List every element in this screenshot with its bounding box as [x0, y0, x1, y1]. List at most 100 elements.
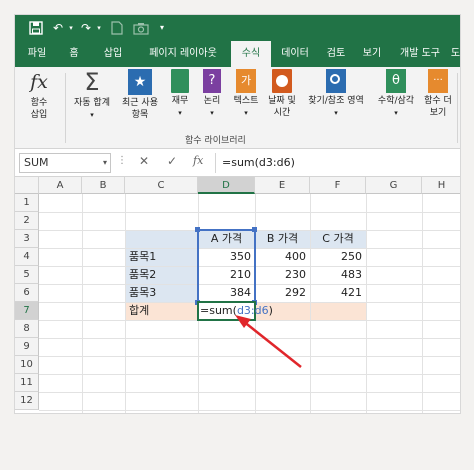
datetime-label-1: 날짜 및 — [268, 96, 296, 106]
math-trig-label: 수학/삼각 — [377, 96, 415, 106]
range-handle[interactable] — [195, 227, 200, 232]
column-header-f[interactable]: F — [310, 177, 366, 194]
theta-book-icon: θ — [386, 69, 406, 93]
column-header-g[interactable]: G — [366, 177, 422, 194]
financial-button[interactable]: 재무 ▾ — [165, 69, 195, 131]
tab-help[interactable]: 도 — [449, 41, 460, 67]
save-icon[interactable] — [29, 20, 43, 36]
function-library-group-label: 함수 라이브러리 — [185, 136, 246, 146]
value-cell[interactable]: 250 — [310, 248, 366, 266]
column-header-c[interactable]: C — [125, 177, 198, 194]
math-trig-dropdown-icon: ▾ — [394, 109, 398, 117]
row-header-6[interactable]: 6 — [15, 284, 39, 302]
column-header-d[interactable]: D — [198, 177, 255, 194]
logical-button[interactable]: ? 논리 ▾ — [197, 69, 227, 131]
fx-icon: fx — [30, 71, 48, 93]
row-header-12[interactable]: 12 — [15, 392, 39, 410]
row-header-5[interactable]: 5 — [15, 266, 39, 284]
value-cell[interactable]: 421 — [310, 284, 366, 302]
row-header-11[interactable]: 11 — [15, 374, 39, 392]
insert-function-icon[interactable]: fx — [193, 154, 203, 167]
text-button[interactable]: 가 텍스트 ▾ — [229, 69, 263, 131]
tab-insert[interactable]: 삽입 — [93, 41, 133, 67]
insert-function-button[interactable]: fx 함수 삽입 — [19, 69, 59, 131]
ribbon-tabs: 파일 홈 삽입 페이지 레이아웃 수식 데이터 검토 보기 개발 도구 도 — [15, 41, 460, 67]
tab-file[interactable]: 파일 — [19, 41, 55, 67]
tab-formulas[interactable]: 수식 — [231, 41, 271, 67]
row-header-2[interactable]: 2 — [15, 212, 39, 230]
lookup-button[interactable]: 찾기/참조 영역 ▾ — [301, 69, 371, 131]
item-label-cell[interactable]: 품목2 — [125, 266, 198, 284]
name-box-dropdown-icon[interactable]: ▾ — [103, 154, 107, 172]
cancel-icon[interactable]: ✕ — [139, 154, 149, 168]
redo-icon[interactable]: ↷ — [79, 20, 93, 36]
autosum-dropdown-icon: ▾ — [90, 111, 94, 119]
column-header-e[interactable]: E — [255, 177, 310, 194]
value-cell[interactable]: 400 — [255, 248, 310, 266]
undo-icon[interactable]: ↶ — [51, 20, 65, 36]
enter-icon[interactable]: ✓ — [167, 154, 177, 168]
recently-used-label-1: 최근 사용 — [122, 98, 158, 108]
text-dropdown-icon: ▾ — [244, 109, 248, 117]
grid-line — [422, 194, 423, 413]
worksheet-grid[interactable]: A B C D E F G H 1 2 3 4 5 6 7 8 9 10 11 … — [15, 177, 460, 413]
tab-view[interactable]: 보기 — [355, 41, 389, 67]
insert-function-label-2: 삽입 — [30, 110, 48, 120]
grid-line — [82, 194, 83, 413]
autosum-button[interactable]: Σ 자동 합계 ▾ — [69, 69, 115, 131]
range-handle[interactable] — [252, 227, 257, 232]
header-cell-b-price[interactable]: B 가격 — [255, 230, 310, 248]
logical-dropdown-icon: ▾ — [210, 109, 214, 117]
more-functions-book-icon: ··· — [428, 69, 448, 93]
grid-line — [366, 194, 367, 413]
header-cell-c-price[interactable]: C 가격 — [310, 230, 366, 248]
select-all-corner[interactable] — [15, 177, 39, 194]
value-cell[interactable]: 483 — [310, 266, 366, 284]
total-label-cell[interactable]: 합계 — [125, 302, 198, 320]
recently-used-button[interactable]: ★ 최근 사용 항목 — [117, 69, 163, 131]
more-functions-button[interactable]: ··· 함수 더 보기 — [419, 69, 457, 131]
tab-home[interactable]: 홈 — [59, 41, 89, 67]
column-header-b[interactable]: B — [82, 177, 125, 194]
ribbon-divider-2 — [457, 73, 458, 143]
row-header-3[interactable]: 3 — [15, 230, 39, 248]
text-book-icon: 가 — [236, 69, 256, 93]
autosum-label: 자동 합계 — [74, 98, 110, 108]
datetime-button[interactable]: 날짜 및 시간 — [265, 69, 299, 131]
grid-line — [39, 392, 460, 393]
item-label-cell[interactable]: 품목1 — [125, 248, 198, 266]
financial-dropdown-icon: ▾ — [178, 109, 182, 117]
column-header-a[interactable]: A — [39, 177, 82, 194]
grid-line — [39, 410, 460, 411]
formula-bar: SUM ▾ ⋮ ✕ ✓ fx =sum(d3:d6) — [15, 149, 460, 177]
undo-dropdown-icon[interactable]: ▾ — [67, 20, 75, 36]
row-header-10[interactable]: 10 — [15, 356, 39, 374]
camera-icon[interactable] — [133, 20, 149, 36]
grid-line — [39, 212, 460, 213]
redo-dropdown-icon[interactable]: ▾ — [95, 20, 103, 36]
tab-page-layout[interactable]: 페이지 레이아웃 — [137, 41, 229, 67]
value-cell[interactable]: 230 — [255, 266, 310, 284]
row-header-4[interactable]: 4 — [15, 248, 39, 266]
name-box[interactable]: SUM ▾ — [19, 153, 111, 173]
logical-book-icon: ? — [203, 69, 221, 93]
customize-qat-icon[interactable]: ▾ — [157, 20, 167, 36]
item-label-cell[interactable]: 품목3 — [125, 284, 198, 302]
math-trig-button[interactable]: θ 수학/삼각 ▾ — [373, 69, 419, 131]
formula-input[interactable]: =sum(d3:d6) — [215, 153, 458, 173]
column-header-h[interactable]: H — [422, 177, 460, 194]
tab-review[interactable]: 검토 — [319, 41, 353, 67]
logical-label: 논리 — [203, 96, 221, 106]
name-box-value: SUM — [24, 156, 49, 169]
tab-developer[interactable]: 개발 도구 — [391, 41, 449, 67]
row-header-1[interactable]: 1 — [15, 194, 39, 212]
annotation-arrow-icon — [235, 315, 302, 368]
new-file-icon[interactable] — [111, 20, 123, 36]
clock-book-icon — [272, 69, 292, 93]
row-header-7[interactable]: 7 — [15, 302, 39, 320]
row-header-8[interactable]: 8 — [15, 320, 39, 338]
row-header-9[interactable]: 9 — [15, 338, 39, 356]
value-cell[interactable]: 292 — [255, 284, 310, 302]
tab-data[interactable]: 데이터 — [273, 41, 317, 67]
formula-bar-grip-icon[interactable]: ⋮ — [117, 155, 127, 166]
